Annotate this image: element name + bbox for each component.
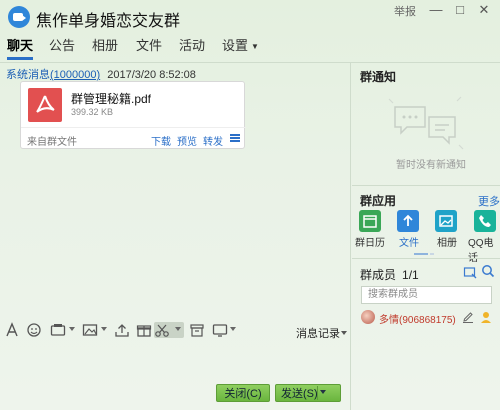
pdf-file-icon bbox=[28, 88, 62, 122]
group-owner-icon bbox=[479, 310, 493, 327]
minimize-button[interactable]: — bbox=[428, 2, 444, 18]
apps-separator bbox=[352, 258, 500, 259]
send-options-caret-icon[interactable] bbox=[320, 390, 326, 394]
app-files-label[interactable]: 文件 bbox=[399, 234, 419, 249]
apps-title: 群应用 bbox=[360, 194, 397, 208]
notice-separator bbox=[352, 185, 500, 186]
members-count: 1/1 bbox=[402, 268, 419, 282]
message-header: 系统消息(1000000) 2017/3/20 8:52:08 bbox=[6, 66, 196, 82]
search-icon[interactable] bbox=[481, 264, 495, 281]
apps-page-indicator-active bbox=[414, 253, 428, 255]
app-calendar-label[interactable]: 群日历 bbox=[355, 234, 385, 249]
panel-divider bbox=[350, 62, 351, 410]
close-window-button[interactable]: ✕ bbox=[476, 2, 492, 18]
invite-member-icon[interactable] bbox=[463, 265, 477, 282]
message-sender[interactable]: 系统消息 bbox=[6, 69, 50, 81]
maximize-button[interactable]: □ bbox=[452, 2, 468, 18]
file-name[interactable]: 群管理秘籍.pdf bbox=[71, 90, 151, 107]
upload-icon[interactable] bbox=[114, 322, 130, 338]
screen-share-icon[interactable] bbox=[212, 322, 228, 338]
file-message-card[interactable]: 群管理秘籍.pdf 399.32 KB 来自群文件 下载 预览 转发 bbox=[20, 81, 246, 149]
member-search-input[interactable]: 搜索群成员 bbox=[361, 286, 492, 304]
send-button[interactable]: 发送(S) bbox=[275, 384, 341, 402]
chat-window: 焦作单身婚恋交友群 举报 — □ ✕ 聊天 公告 相册 文件 活动 设置 ▼ 系统… bbox=[0, 0, 500, 410]
gift-icon[interactable] bbox=[136, 322, 152, 338]
download-link[interactable]: 下载 bbox=[151, 133, 171, 148]
history-caret-icon[interactable] bbox=[341, 331, 347, 335]
empty-notice-illustration-icon bbox=[385, 95, 465, 154]
menu-icon[interactable] bbox=[230, 134, 240, 142]
tab-divider bbox=[0, 62, 500, 63]
file-card-footer: 来自群文件 下载 预览 转发 bbox=[21, 127, 246, 149]
members-header: 群成员 1/1 bbox=[360, 266, 419, 283]
phone-icon[interactable] bbox=[474, 210, 496, 232]
chevron-down-icon: ▼ bbox=[251, 41, 259, 51]
more-apps-link[interactable]: 更多 bbox=[478, 193, 500, 209]
message-history-button[interactable]: 消息记录 bbox=[296, 325, 340, 341]
title-bar: 焦作单身婚恋交友群 举报 — □ ✕ bbox=[0, 0, 500, 34]
message-input[interactable] bbox=[0, 343, 350, 377]
app-album-label[interactable]: 相册 bbox=[437, 234, 457, 249]
image-caret-icon[interactable] bbox=[101, 327, 107, 331]
notice-title: 群通知 bbox=[360, 70, 397, 84]
file-source: 来自群文件 bbox=[27, 137, 77, 148]
apps-page-indicator[interactable] bbox=[430, 253, 434, 255]
send-button-separator bbox=[317, 386, 318, 400]
emoji-icon[interactable] bbox=[26, 322, 42, 338]
font-icon[interactable] bbox=[4, 322, 20, 338]
album-icon[interactable] bbox=[435, 210, 457, 232]
preview-link[interactable]: 预览 bbox=[177, 133, 197, 148]
tab-announcement[interactable]: 公告 bbox=[49, 36, 75, 56]
edit-icon[interactable] bbox=[462, 311, 474, 326]
screen-share-caret-icon[interactable] bbox=[230, 327, 236, 331]
tab-files[interactable]: 文件 bbox=[136, 36, 162, 56]
group-chat-icon bbox=[8, 6, 30, 28]
input-toolbar: 消息记录 bbox=[0, 320, 350, 342]
forward-link[interactable]: 转发 bbox=[203, 133, 223, 148]
tab-settings[interactable]: 设置 ▼ bbox=[222, 36, 259, 57]
tab-activity[interactable]: 活动 bbox=[179, 36, 205, 56]
image-icon[interactable] bbox=[82, 322, 98, 338]
message-sender-id[interactable]: (1000000) bbox=[50, 69, 100, 81]
member-name[interactable]: 多情(906868175) bbox=[379, 311, 456, 326]
calendar-icon[interactable] bbox=[359, 210, 381, 232]
gif-caret-icon[interactable] bbox=[69, 327, 75, 331]
avatar[interactable] bbox=[361, 310, 375, 324]
tab-album[interactable]: 相册 bbox=[92, 36, 118, 56]
group-title: 焦作单身婚恋交友群 bbox=[36, 13, 181, 30]
message-time: 2017/3/20 8:52:08 bbox=[107, 69, 196, 81]
tab-settings-label: 设置 bbox=[222, 38, 249, 53]
app-phone-label[interactable]: QQ电话 bbox=[468, 234, 500, 264]
gif-icon[interactable] bbox=[50, 322, 66, 338]
report-link[interactable]: 举报 bbox=[394, 3, 416, 19]
tab-chat[interactable]: 聊天 bbox=[7, 36, 34, 60]
close-button[interactable]: 关闭(C) bbox=[216, 384, 270, 402]
scissors-caret-icon[interactable] bbox=[175, 327, 181, 331]
file-upload-icon[interactable] bbox=[397, 210, 419, 232]
members-title: 群成员 bbox=[360, 268, 397, 282]
folder-icon[interactable] bbox=[189, 322, 205, 338]
tab-bar: 聊天 公告 相册 文件 活动 设置 ▼ bbox=[0, 36, 500, 60]
member-row[interactable]: 多情(906868175) bbox=[361, 309, 496, 327]
notice-empty-text: 暂时没有新通知 bbox=[396, 160, 466, 171]
file-size: 399.32 KB bbox=[71, 107, 114, 117]
